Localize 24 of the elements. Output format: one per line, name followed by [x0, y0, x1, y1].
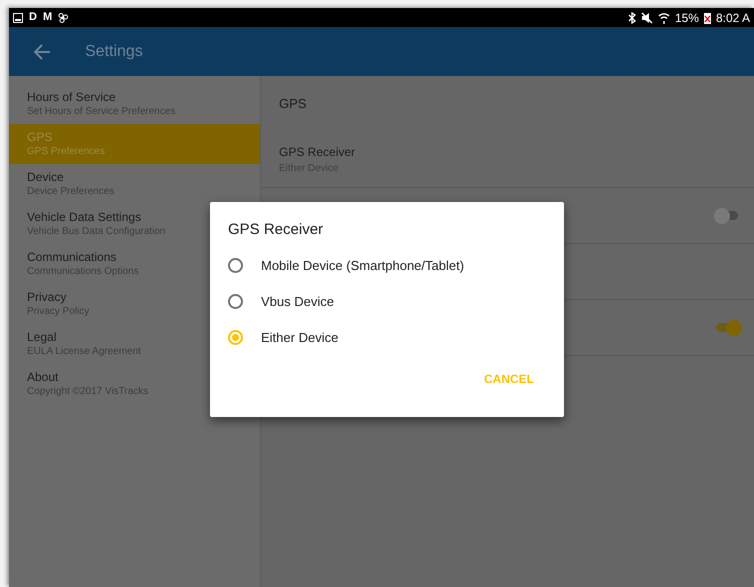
wifi-icon [658, 12, 670, 24]
sidebar-item[interactable]: GPS GPS Preferences [9, 124, 260, 164]
bluetooth-icon [628, 12, 636, 24]
toggle-switch[interactable] [716, 320, 740, 336]
back-arrow-icon[interactable] [33, 42, 51, 60]
option-label[interactable]: Either Device [261, 328, 338, 348]
option-label[interactable]: Mobile Device (Smartphone/Tablet) [261, 256, 464, 276]
status-letter: D [29, 10, 37, 26]
notification-icon [13, 12, 23, 22]
option-label[interactable]: Vbus Device [261, 292, 334, 312]
mute-icon [640, 12, 653, 24]
battery-percent: 15% [674, 10, 699, 26]
section-header: GPS [278, 95, 308, 114]
battery-icon [704, 12, 711, 24]
radio-button[interactable] [228, 330, 243, 345]
cancel-button[interactable]: CANCEL [480, 366, 538, 392]
screen-title: Settings [85, 42, 143, 62]
status-time: 8:02 A [716, 10, 750, 26]
radio-button[interactable] [228, 294, 243, 309]
dialog-title: GPS Receiver [228, 220, 324, 240]
status-letter: M [42, 10, 52, 26]
toggle-switch[interactable] [716, 208, 740, 224]
fan-icon [58, 12, 68, 22]
radio-button[interactable] [228, 258, 243, 273]
